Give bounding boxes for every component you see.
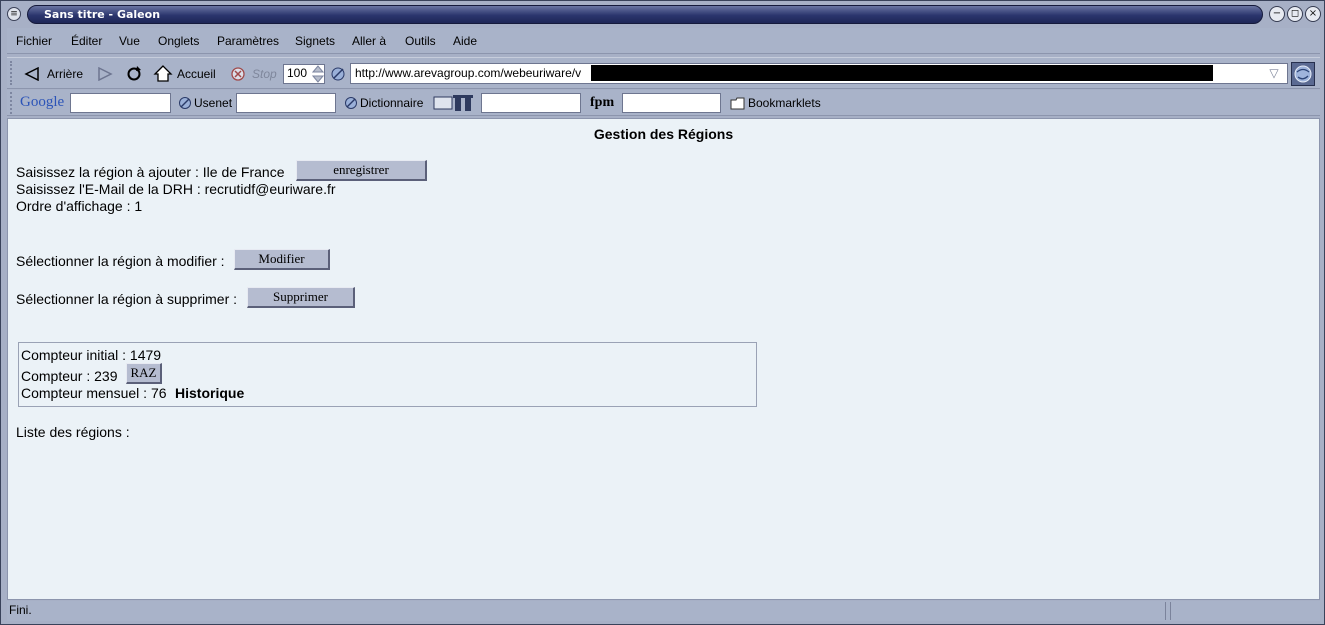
site-favicon-icon — [331, 67, 345, 81]
zoom-spin-icon[interactable] — [312, 64, 324, 84]
regions-list-label: Liste des régions : — [16, 424, 130, 440]
window-menu-icon[interactable]: ≡ — [7, 7, 21, 21]
reload-icon[interactable] — [125, 65, 143, 83]
page-title: Gestion des Régions — [593, 126, 734, 142]
globe-icon — [1294, 65, 1312, 83]
add-region-label: Saisissez la région à ajouter : Ile de F… — [16, 164, 285, 180]
status-bar: Fini. — [7, 601, 1320, 621]
toolbar-grip[interactable] — [10, 61, 16, 85]
menu-aller-a[interactable]: Aller à — [352, 34, 386, 48]
counter-initial: Compteur initial : 1479 — [21, 347, 162, 363]
bookmarks-toolbar: Google Usenet Dictionnaire fpm Bookmarkl… — [7, 90, 1320, 116]
counter-value: Compteur : 239 — [21, 368, 118, 384]
delete-button[interactable]: Supprimer — [247, 287, 355, 308]
modify-region-label: Sélectionner la région à modifier : — [16, 253, 225, 269]
home-button-label[interactable]: Accueil — [177, 67, 216, 81]
bookmarklets-label[interactable]: Bookmarklets — [748, 96, 821, 110]
usenet-label[interactable]: Usenet — [194, 96, 232, 110]
dictionnaire-label[interactable]: Dictionnaire — [360, 96, 423, 110]
menu-parametres[interactable]: Paramètres — [217, 34, 279, 48]
title-pill[interactable]: Sans titre - Galeon — [27, 5, 1263, 24]
navigation-toolbar: Arrière Accueil Stop 100 http://www.arev… — [7, 57, 1320, 89]
stop-icon[interactable] — [230, 66, 246, 82]
google-search-field[interactable] — [70, 93, 171, 113]
page-content: Gestion des Régions Saisissez la région … — [7, 118, 1320, 600]
back-arrow-icon[interactable] — [24, 67, 40, 81]
dictionnaire-icon — [345, 97, 357, 109]
usenet-search-field[interactable] — [236, 93, 336, 113]
browser-window: ≡ Sans titre - Galeon − ◻ × Fichier Édit… — [0, 0, 1325, 625]
menu-vue[interactable]: Vue — [119, 34, 140, 48]
stop-button-label[interactable]: Stop — [252, 67, 277, 81]
status-text: Fini. — [9, 603, 32, 617]
raz-button[interactable]: RAZ — [126, 363, 162, 384]
window-title: Sans titre - Galeon — [44, 8, 161, 21]
galeon-throbber-icon[interactable] — [1291, 62, 1315, 86]
folder-icon — [730, 97, 745, 110]
url-dropdown-icon[interactable]: ▽ — [1265, 64, 1283, 83]
dictionary-logo-icon — [433, 95, 473, 111]
back-button-label[interactable]: Arrière — [47, 67, 83, 81]
fpm-search-field[interactable] — [622, 93, 721, 113]
minimize-icon[interactable]: − — [1269, 6, 1285, 22]
usenet-icon — [179, 97, 191, 109]
home-icon[interactable] — [153, 64, 173, 82]
menu-aide[interactable]: Aide — [453, 34, 477, 48]
google-logo[interactable]: Google — [20, 94, 64, 111]
save-button[interactable]: enregistrer — [296, 160, 427, 181]
forward-arrow-icon[interactable] — [97, 67, 113, 81]
fpm-logo[interactable]: fpm — [590, 95, 614, 111]
maximize-icon[interactable]: ◻ — [1287, 6, 1303, 22]
menu-outils[interactable]: Outils — [405, 34, 436, 48]
menu-signets[interactable]: Signets — [295, 34, 335, 48]
order-label: Ordre d'affichage : 1 — [16, 198, 143, 214]
bookmarks-grip[interactable] — [10, 92, 16, 114]
history-link[interactable]: Historique — [175, 385, 244, 401]
status-separator-2 — [1170, 602, 1171, 620]
menu-bar: Fichier Éditer Vue Onglets Paramètres Si… — [7, 28, 1320, 54]
url-redaction — [591, 65, 1213, 81]
dictionnaire-search-field[interactable] — [481, 93, 581, 113]
counter-monthly: Compteur mensuel : 76 — [21, 385, 167, 401]
status-separator — [1165, 602, 1166, 620]
delete-region-label: Sélectionner la région à supprimer : — [16, 291, 238, 307]
title-bar: ≡ Sans titre - Galeon − ◻ × — [3, 3, 1322, 25]
email-label: Saisissez l'E-Mail de la DRH : recrutidf… — [16, 181, 336, 197]
close-icon[interactable]: × — [1305, 6, 1321, 22]
menu-fichier[interactable]: Fichier — [16, 34, 52, 48]
modify-button[interactable]: Modifier — [234, 249, 330, 270]
counters-box: Compteur initial : 1479 Compteur : 239 R… — [18, 342, 757, 407]
menu-editer[interactable]: Éditer — [71, 34, 102, 48]
menu-onglets[interactable]: Onglets — [158, 34, 199, 48]
